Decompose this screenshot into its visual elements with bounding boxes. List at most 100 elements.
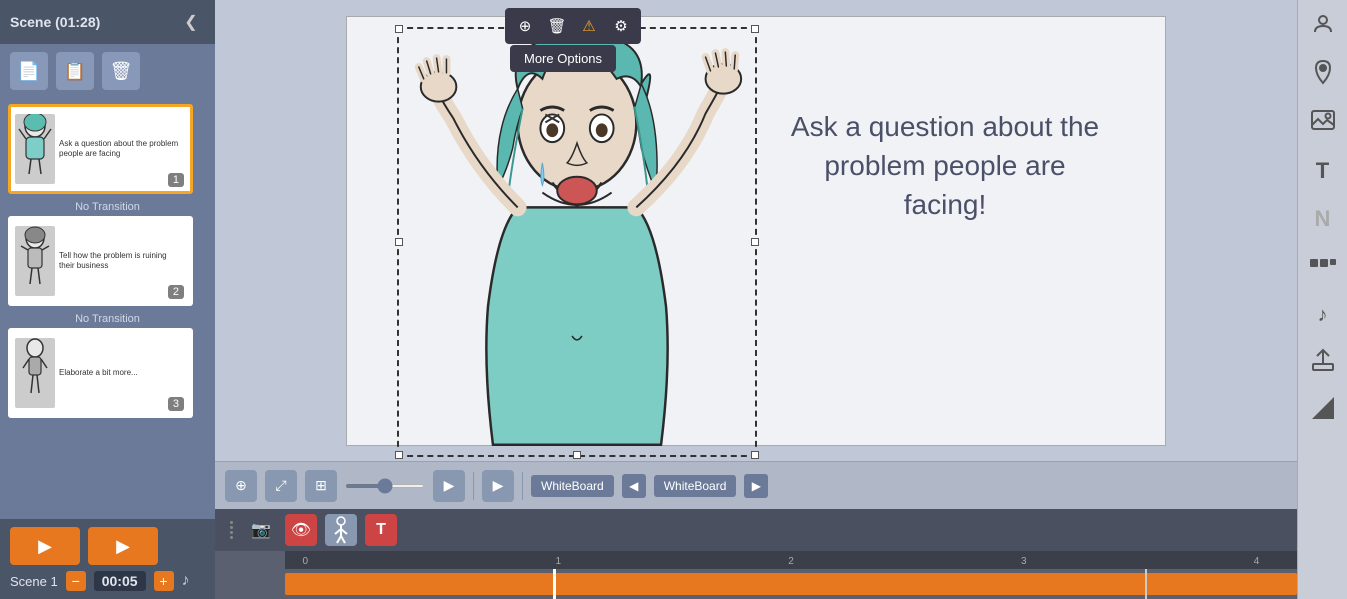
avatar-button[interactable]: [1306, 10, 1340, 44]
character-svg: [399, 29, 755, 455]
text-T-button[interactable]: T: [1306, 154, 1340, 188]
music-icon-bottom: ♪: [182, 572, 190, 590]
delete-element-button[interactable]: 🗑: [543, 12, 571, 40]
fit-to-screen-button[interactable]: ⊕: [225, 470, 257, 502]
selection-handle-ml[interactable]: [395, 238, 403, 246]
stars-icon: [1310, 255, 1336, 279]
play-all-button[interactable]: ▶: [88, 527, 158, 565]
timeline-area: 📷 👁 T 0: [215, 509, 1297, 599]
scene-toolbar: 📄 📋 🗑: [0, 44, 215, 98]
image-icon: [1311, 109, 1335, 137]
play-scene-button[interactable]: ▶: [10, 527, 80, 565]
slide-list: Ask a question about the problem people …: [0, 98, 215, 519]
upload-icon: [1312, 348, 1334, 378]
selection-handle-bl[interactable]: [395, 451, 403, 459]
transition-label-2[interactable]: No Transition: [8, 310, 207, 328]
scene-label: Scene 1: [10, 574, 58, 589]
slide-2-thumbnail: [15, 226, 55, 296]
decrease-time-button[interactable]: −: [66, 571, 86, 591]
selection-handle-tr[interactable]: [751, 25, 759, 33]
slide-1-number: 1: [168, 173, 184, 187]
ruler-mark-4: 4: [1254, 556, 1260, 567]
play-canvas-button[interactable]: ▶: [433, 470, 465, 502]
transition-label-1[interactable]: No Transition: [8, 198, 207, 216]
corner-button[interactable]: [1306, 394, 1340, 428]
collapse-panel-button[interactable]: ❮: [177, 8, 205, 36]
bottom-controls: ▶ ▶ Scene 1 − 00:05 + ♪: [0, 519, 215, 599]
selection-handle-tl[interactable]: [395, 25, 403, 33]
text-N-button[interactable]: N: [1306, 202, 1340, 236]
slide-thumb-3[interactable]: Elaborate a bit more... 3: [8, 328, 193, 418]
wb-label-1: WhiteBoard: [531, 475, 614, 497]
slide-3-number: 3: [168, 397, 184, 411]
target-tool-button[interactable]: ⊕: [511, 12, 539, 40]
slide-3-text: Elaborate a bit more...: [55, 368, 142, 378]
canvas-main-text: Ask a question about the problem people …: [785, 107, 1105, 225]
more-options-button[interactable]: ⚙: [607, 12, 635, 40]
ruler-mark-0: 0: [302, 556, 308, 567]
grid-button[interactable]: ⊞: [305, 470, 337, 502]
delete-slide-button[interactable]: 🗑: [102, 52, 140, 90]
camera-icon-button[interactable]: 📷: [245, 514, 277, 546]
zoom-slider[interactable]: [345, 484, 425, 488]
track-container: [285, 569, 1297, 599]
eye-icon-button[interactable]: 👁: [285, 514, 317, 546]
play-from-here-icon: ▶: [493, 477, 504, 494]
selection-handle-br[interactable]: [751, 451, 759, 459]
text-timeline-button[interactable]: T: [365, 514, 397, 546]
stars-button[interactable]: [1306, 250, 1340, 284]
wb-nav-right-button[interactable]: ▶: [744, 474, 768, 498]
timeline-tools: 📷 👁 T: [215, 509, 1297, 551]
drag-handle[interactable]: [225, 521, 237, 539]
canvas-toolbar: ⊕ 🗑 ⚠ ⚙: [505, 8, 641, 44]
image-button[interactable]: [1306, 106, 1340, 140]
avatar-icon: [1311, 12, 1335, 42]
music-button[interactable]: ♪: [1306, 298, 1340, 332]
character-timeline-button[interactable]: [325, 514, 357, 546]
right-panel: T N ♪: [1297, 0, 1347, 599]
slide-thumb-2[interactable]: Tell how the problem is ruining their bu…: [8, 216, 193, 306]
timeline-track-area: 0 1 2 3 4: [215, 551, 1297, 599]
new-copy-button[interactable]: 📋: [56, 52, 94, 90]
expand-button[interactable]: ⤢: [265, 470, 297, 502]
camera-icon: 📷: [251, 520, 271, 540]
upload-button[interactable]: [1306, 346, 1340, 380]
selected-character[interactable]: [397, 27, 757, 457]
text-N-icon: N: [1315, 206, 1331, 232]
location-button[interactable]: [1306, 58, 1340, 92]
whiteboard: Ask a question about the problem people …: [346, 16, 1166, 446]
play-from-here-button[interactable]: ▶: [482, 470, 514, 502]
playback-buttons: ▶ ▶: [10, 527, 205, 565]
trash-icon: 🗑: [110, 61, 133, 82]
time-display: 00:05: [94, 571, 146, 591]
main-area: ⊕ 🗑 ⚠ ⚙ More Options: [215, 0, 1297, 599]
increase-time-button[interactable]: +: [154, 571, 174, 591]
location-icon: [1312, 59, 1334, 91]
ruler-mark-1: 1: [555, 556, 561, 567]
slide-item-3[interactable]: Elaborate a bit more... 3: [8, 328, 207, 418]
play-icon: ▶: [38, 536, 52, 557]
selection-handle-bm[interactable]: [573, 451, 581, 459]
text-timeline-icon: T: [376, 521, 386, 539]
slide-thumb-1[interactable]: Ask a question about the problem people …: [8, 104, 193, 194]
track-end-marker: [1145, 569, 1147, 599]
playhead[interactable]: [553, 569, 556, 599]
fit-icon: ⊕: [235, 477, 247, 494]
grid-icon: ⊞: [315, 477, 327, 494]
more-options-menu: More Options: [510, 45, 616, 72]
warning-button[interactable]: ⚠: [575, 12, 603, 40]
wb-nav-left-button[interactable]: ◀: [622, 474, 646, 498]
new-blank-button[interactable]: 📄: [10, 52, 48, 90]
scene-header: Scene (01:28) ❮: [0, 0, 215, 44]
slide-item-1[interactable]: Ask a question about the problem people …: [8, 104, 207, 194]
slide-1-text: Ask a question about the problem people …: [55, 139, 186, 160]
slide-1-thumbnail: [15, 114, 55, 184]
left-panel: Scene (01:28) ❮ 📄 📋 🗑: [0, 0, 215, 599]
eye-icon: 👁: [291, 520, 311, 540]
slide-item-2[interactable]: Tell how the problem is ruining their bu…: [8, 216, 207, 306]
slide-2-text: Tell how the problem is ruining their bu…: [55, 251, 186, 272]
wb-label-2: WhiteBoard: [654, 475, 737, 497]
track-icons: [215, 569, 285, 599]
selection-handle-mr[interactable]: [751, 238, 759, 246]
text-T-icon: T: [1316, 158, 1329, 184]
